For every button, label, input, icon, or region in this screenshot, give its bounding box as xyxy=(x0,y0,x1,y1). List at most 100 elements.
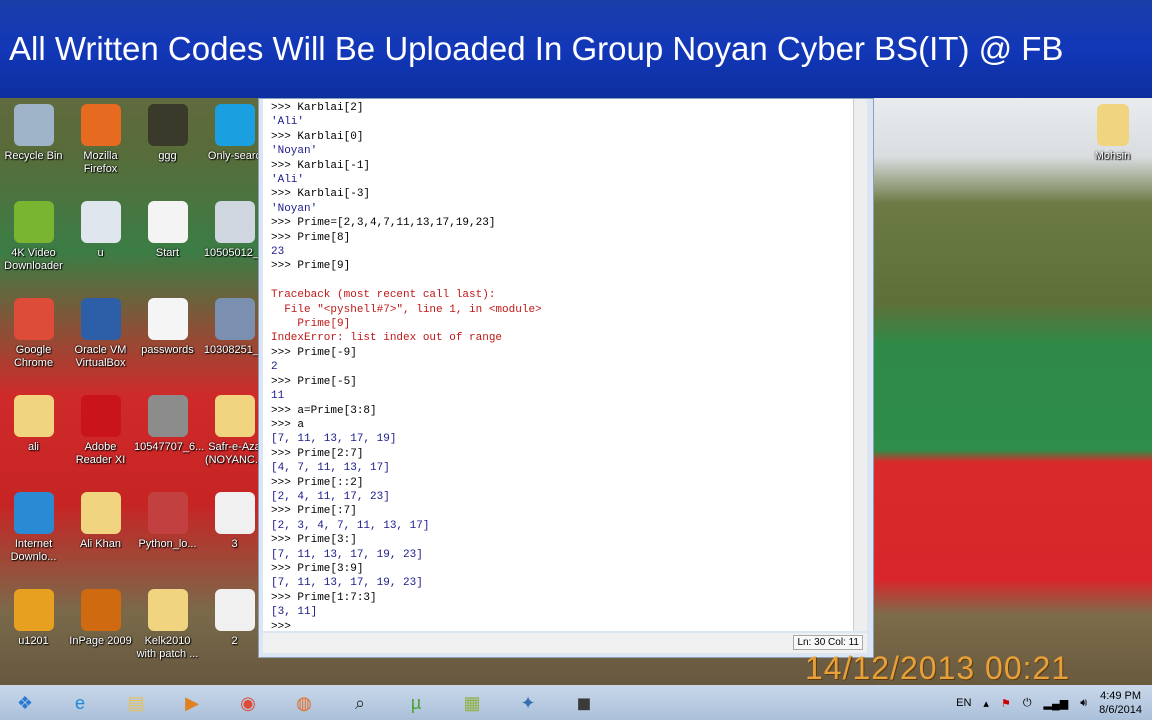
icon-label: Mohsin xyxy=(1094,150,1131,162)
desktop-icon[interactable]: Kelk2010 with patch ... xyxy=(134,589,201,661)
chrome-icon[interactable]: ◉ xyxy=(225,688,271,718)
firefox-icon xyxy=(80,104,121,146)
shell-line: 23 xyxy=(271,246,285,259)
power-plug-icon[interactable]: ⏻ xyxy=(1023,697,1032,710)
ufone-icon xyxy=(13,589,54,631)
shell-line: 'Noyan' xyxy=(271,202,318,215)
image-icon xyxy=(147,201,188,243)
desktop-icon[interactable]: Recycle Bin xyxy=(0,104,67,163)
shell-line: >>> Karblai[0] xyxy=(271,130,364,143)
shell-line: [7, 11, 13, 17, 19, 23] xyxy=(271,548,423,561)
desktop-icon[interactable]: Adobe Reader XI xyxy=(67,395,134,467)
shell-line: >>> Prime[3:] xyxy=(271,534,357,547)
photo-timestamp: 14/12/2013 00:21 xyxy=(805,650,1071,686)
icon-label: u xyxy=(97,247,104,259)
icon-label: Python_lo... xyxy=(138,538,197,550)
python-shell-window[interactable]: >>> Karblai[2] 'Ali' >>> Karblai[0] 'Noyan'… xyxy=(258,98,874,658)
shell-line: >>> Prime[-9] xyxy=(271,346,357,359)
desktop-icon[interactable]: Python_lo... xyxy=(134,492,201,551)
language-indicator[interactable]: EN xyxy=(956,697,971,709)
folder-icon xyxy=(147,589,188,631)
icon-label: 10308251_6 xyxy=(203,344,266,356)
shell-line: File "<pyshell#7>", line 1, in <module> xyxy=(271,303,542,316)
clock[interactable]: 4:49 PM 8/6/2014 xyxy=(1099,689,1142,717)
photo-icon xyxy=(214,298,255,340)
inpage-icon xyxy=(80,589,121,631)
desktop-icon[interactable]: u1201 xyxy=(0,589,67,648)
shell-line: >>> Prime[-5] xyxy=(271,375,357,388)
shell-line: >>> Karblai[2] xyxy=(271,102,364,114)
desktop-icon[interactable]: 4K Video Downloader xyxy=(0,201,67,273)
desktop-icon[interactable]: Start xyxy=(134,201,201,260)
shell-line: >>> Prime[:7] xyxy=(271,505,357,518)
icon-label: 4K Video Downloader xyxy=(4,247,63,272)
file-explorer-icon[interactable]: ▤ xyxy=(113,688,159,718)
clock-time: 4:49 PM xyxy=(1100,690,1142,702)
icon-label: passwords xyxy=(141,344,194,356)
python-icon[interactable]: ✦ xyxy=(505,688,551,718)
vertical-scrollbar[interactable] xyxy=(853,99,867,631)
shell-line: IndexError: list index out of range xyxy=(271,332,503,345)
action-center-flag-icon[interactable]: ⚑ xyxy=(1001,697,1011,710)
icon-label: Start xyxy=(155,247,180,259)
pdf-icon xyxy=(80,395,121,437)
download-cloud-icon xyxy=(13,201,54,243)
icon-label: ggg xyxy=(158,150,177,162)
signal-icon[interactable]: ▂▄▆ xyxy=(1044,697,1069,710)
icon-label: InPage 2009 xyxy=(69,635,132,647)
start-orb-icon[interactable]: ❖ xyxy=(2,688,48,718)
desktop-icon[interactable]: Oracle VM VirtualBox xyxy=(67,298,134,370)
camtasia-icon[interactable]: ◼ xyxy=(561,688,607,718)
desktop-icon[interactable]: u xyxy=(67,201,134,260)
folder-icon xyxy=(13,395,54,437)
banner-text: All Written Codes Will Be Uploaded In Gr… xyxy=(9,30,1064,67)
desktop-wallpaper-right xyxy=(874,98,1152,685)
taskbar: ❖ e ▤ ▶ ◉ ◍ ⌕ µ ▦ ✦ ◼ EN ▴ ⚑ ⏻ ▂▄▆ 🔊︎ 4:49 PM 8/6/2… xyxy=(0,685,1152,720)
desktop-icon[interactable]: Mozilla Firefox xyxy=(67,104,134,176)
search-icon[interactable]: ⌕ xyxy=(337,688,383,718)
notes-icon[interactable]: ▦ xyxy=(449,688,495,718)
shell-line: >>> Karblai[-1] xyxy=(271,159,371,172)
volume-icon[interactable]: 🔊︎ xyxy=(1080,697,1087,710)
icon-label: Internet Downlo... xyxy=(10,538,57,563)
desktop-icon[interactable]: ali xyxy=(0,395,67,454)
status-bar: Ln: 30 Col: 11 xyxy=(263,633,867,653)
settings-file-icon xyxy=(80,201,121,243)
icon-label: 3 xyxy=(231,538,238,550)
desktop-icon[interactable]: ggg xyxy=(134,104,201,163)
shell-line: >>> xyxy=(271,620,298,631)
firefox-icon[interactable]: ◍ xyxy=(281,688,327,718)
shell-line: 'Ali' xyxy=(271,174,305,187)
icon-label: Safr-e-Aza (NOYANC... xyxy=(204,441,265,466)
utorrent-icon[interactable]: µ xyxy=(393,688,439,718)
show-hidden-icons[interactable]: ▴ xyxy=(983,697,989,710)
image-icon xyxy=(214,589,255,631)
desktop-icon[interactable]: Ali Khan xyxy=(67,492,134,551)
icon-label: 10505012_2 xyxy=(203,247,266,259)
shell-output[interactable]: >>> Karblai[2] 'Ali' >>> Karblai[0] 'Noyan'… xyxy=(263,99,853,631)
icon-label: u1201 xyxy=(18,635,49,647)
clock-date: 8/6/2014 xyxy=(1099,704,1142,716)
icon-label: Oracle VM VirtualBox xyxy=(74,344,127,369)
python-file-icon xyxy=(147,492,188,534)
shell-line: 2 xyxy=(271,361,278,374)
shell-line: >>> a xyxy=(271,418,305,431)
folder-icon xyxy=(80,492,121,534)
photo-icon xyxy=(214,201,255,243)
desktop-icon[interactable]: Internet Downlo... xyxy=(0,492,67,564)
icon-label: Ali Khan xyxy=(80,538,121,550)
desktop-icon[interactable]: passwords xyxy=(134,298,201,357)
shell-line: >>> Prime[8] xyxy=(271,231,351,244)
desktop-icon[interactable]: Google Chrome xyxy=(0,298,67,370)
shell-line: >>> Karblai[-3] xyxy=(271,188,371,201)
shell-line: >>> Prime=[2,3,4,7,11,13,17,19,23] xyxy=(271,217,496,230)
system-tray: EN ▴ ⚑ ⏻ ▂▄▆ 🔊︎ 4:49 PM 8/6/2014 xyxy=(956,689,1142,717)
icon-label: Google Chrome xyxy=(13,344,54,369)
media-player-icon[interactable]: ▶ xyxy=(169,688,215,718)
desktop-icon[interactable]: InPage 2009 xyxy=(67,589,134,648)
desktop-icon[interactable]: 10547707_6... xyxy=(134,395,204,454)
desktop-icon-mohsin[interactable]: Mohsin xyxy=(1079,104,1146,163)
shell-line: >>> Prime[3:9] xyxy=(271,562,364,575)
internet-explorer-icon[interactable]: e xyxy=(57,688,103,718)
